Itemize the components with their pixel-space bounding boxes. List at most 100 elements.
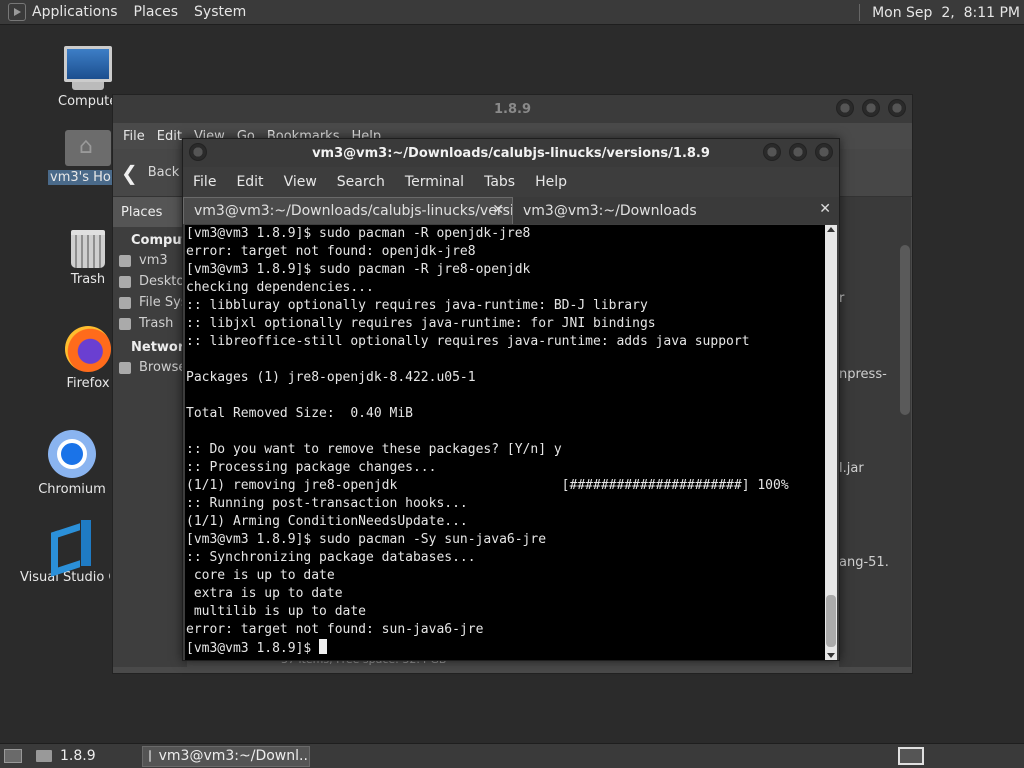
terminal-line: :: Processing package changes... (186, 460, 437, 475)
terminal-line: :: Synchronizing package databases... (186, 550, 476, 565)
scrollbar-thumb[interactable] (826, 595, 836, 647)
menu-file[interactable]: File (193, 174, 216, 190)
file-name-fragment[interactable]: npress- (839, 367, 887, 382)
menu-help[interactable]: Help (535, 174, 567, 190)
menu-edit[interactable]: Edit (157, 129, 182, 144)
maximize-button[interactable] (862, 99, 880, 117)
back-arrow-icon[interactable]: ❮ (121, 161, 138, 185)
bottom-panel: 1.8.9 vm3@vm3:~/Downl... (0, 743, 1024, 768)
terminal-line: :: libreoffice-still optionally requires… (186, 334, 750, 349)
distro-logo-icon[interactable] (8, 3, 26, 21)
desktop-icon-label: Visual Studio Code (20, 570, 110, 585)
trash-icon (71, 230, 105, 268)
menu-edit[interactable]: Edit (236, 174, 263, 190)
terminal-titlebar[interactable]: vm3@vm3:~/Downloads/calubjs-linucks/vers… (183, 139, 839, 167)
close-button[interactable] (888, 99, 906, 117)
terminal-output[interactable]: [vm3@vm3 1.8.9]$ sudo pacman -R openjdk-… (185, 225, 827, 660)
scroll-up-arrow-icon[interactable] (827, 227, 835, 232)
terminal-prompt: [vm3@vm3 1.8.9]$ (186, 641, 320, 656)
minimize-button[interactable] (836, 99, 854, 117)
window-menu-button[interactable] (189, 143, 207, 161)
terminal-line: [vm3@vm3 1.8.9]$ sudo pacman -R jre8-ope… (186, 262, 531, 277)
scroll-down-arrow-icon[interactable] (827, 653, 835, 658)
terminal-line: (1/1) removing jre8-openjdk [###########… (186, 478, 789, 493)
terminal-line: checking dependencies... (186, 280, 374, 295)
menu-system[interactable]: System (194, 4, 246, 20)
tab-close-icon[interactable]: ✕ (819, 201, 831, 217)
sidebar-section-network: Network (131, 340, 193, 355)
menu-search[interactable]: Search (337, 174, 385, 190)
file-name-fragment[interactable]: l.jar (839, 461, 864, 476)
desktop-icon-label-wrap: vm3's Home (48, 170, 112, 185)
taskbar-item-label: vm3@vm3:~/Downl... (158, 748, 310, 764)
terminal-menubar: File Edit View Search Terminal Tabs Help (183, 167, 839, 197)
taskbar-item-terminal[interactable]: vm3@vm3:~/Downl... (141, 745, 310, 767)
terminal-line: :: libbluray optionally requires java-ru… (186, 298, 648, 313)
terminal-line: error: target not found: sun-java6-jre (186, 622, 484, 637)
vscode-icon (49, 520, 95, 566)
terminal-line: (1/1) Arming ConditionNeedsUpdate... (186, 514, 468, 529)
menu-file[interactable]: File (123, 129, 145, 144)
menu-places[interactable]: Places (134, 4, 179, 20)
tab-downloads[interactable]: vm3@vm3:~/Downloads ✕ (513, 197, 839, 224)
terminal-window[interactable]: vm3@vm3:~/Downloads/calubjs-linucks/vers… (182, 138, 840, 661)
terminal-line: [vm3@vm3 1.8.9]$ sudo pacman -R openjdk-… (186, 226, 531, 241)
places-sidebar: Places Computer vm3 Desktop File System … (113, 197, 204, 667)
window-title: vm3@vm3:~/Downloads/calubjs-linucks/vers… (312, 145, 710, 161)
file-name-fragment[interactable]: ang-51. (839, 555, 889, 570)
desktop-icon-label: Chromium (38, 482, 106, 497)
firefox-icon (65, 326, 111, 372)
panel-separator (859, 4, 861, 21)
terminal-line: :: Do you want to remove these packages?… (186, 442, 562, 457)
menu-applications[interactable]: Applications (32, 4, 118, 20)
tab-label: vm3@vm3:~/Downloads (523, 202, 697, 219)
terminal-prompt-line[interactable]: [vm3@vm3 1.8.9]$ (186, 639, 827, 657)
window-title: 1.8.9 (493, 101, 531, 117)
terminal-line: [vm3@vm3 1.8.9]$ sudo pacman -Sy sun-jav… (186, 532, 547, 547)
minimize-button[interactable] (763, 143, 781, 161)
terminal-icon (148, 750, 151, 762)
desktop-icon-chromium[interactable]: Chromium (22, 430, 122, 497)
computer-icon (38, 46, 138, 90)
clock-text: Mon Sep 2, 8:11 PM (872, 4, 1020, 21)
sidebar-item-home[interactable]: vm3 (113, 250, 187, 271)
sidebar-item-trash[interactable]: Trash (113, 313, 187, 334)
tab-close-icon[interactable]: ✕ (492, 202, 504, 218)
sidebar-item-desktop[interactable]: Desktop (113, 271, 187, 292)
terminal-line: multilib is up to date (186, 604, 367, 619)
terminal-line: :: Running post-transaction hooks... (186, 496, 468, 511)
file-manager-titlebar[interactable]: 1.8.9 (113, 95, 912, 123)
sidebar-header[interactable]: Places (113, 197, 187, 227)
maximize-button[interactable] (789, 143, 807, 161)
chromium-icon (48, 430, 96, 478)
back-button[interactable]: Back (148, 165, 180, 180)
workspace-switcher[interactable] (898, 747, 924, 765)
terminal-line: error: target not found: openjdk-jre8 (186, 244, 476, 259)
menu-view[interactable]: View (284, 174, 317, 190)
menu-tabs[interactable]: Tabs (484, 174, 515, 190)
file-list-scrollbar[interactable] (900, 245, 910, 415)
terminal-line: Total Removed Size: 0.40 MiB (186, 406, 413, 421)
clock[interactable]: Mon Sep 2, 8:11 PM (859, 0, 1024, 25)
menu-terminal[interactable]: Terminal (405, 174, 464, 190)
home-folder-icon (65, 130, 111, 166)
sidebar-item-browse-network[interactable]: Browse Network (113, 357, 187, 378)
folder-icon (36, 750, 52, 762)
taskbar-item-label: 1.8.9 (60, 748, 96, 764)
sidebar-item-filesystem[interactable]: File System (113, 292, 187, 313)
desktop-icon-label: Computer (58, 94, 118, 109)
tab-versions[interactable]: vm3@vm3:~/Downloads/calubjs-linucks/vers… (183, 197, 513, 224)
terminal-line: :: libjxl optionally requires java-runti… (186, 316, 656, 331)
taskbar-item-file-manager[interactable]: 1.8.9 (30, 746, 102, 767)
sidebar-section-computer: Computer (131, 233, 204, 248)
desktop-icon-vscode[interactable]: Visual Studio Code (20, 520, 122, 585)
top-panel: Applications Places System Mon Sep 2, 8:… (0, 0, 1024, 25)
show-desktop-icon[interactable] (4, 749, 22, 763)
terminal-line: Packages (1) jre8-openjdk-8.422.u05-1 (186, 370, 476, 385)
close-button[interactable] (815, 143, 833, 161)
tab-label: vm3@vm3:~/Downloads/calubjs-linucks/vers… (194, 203, 513, 219)
terminal-scrollbar[interactable] (825, 225, 837, 660)
terminal-line: core is up to date (186, 568, 335, 583)
